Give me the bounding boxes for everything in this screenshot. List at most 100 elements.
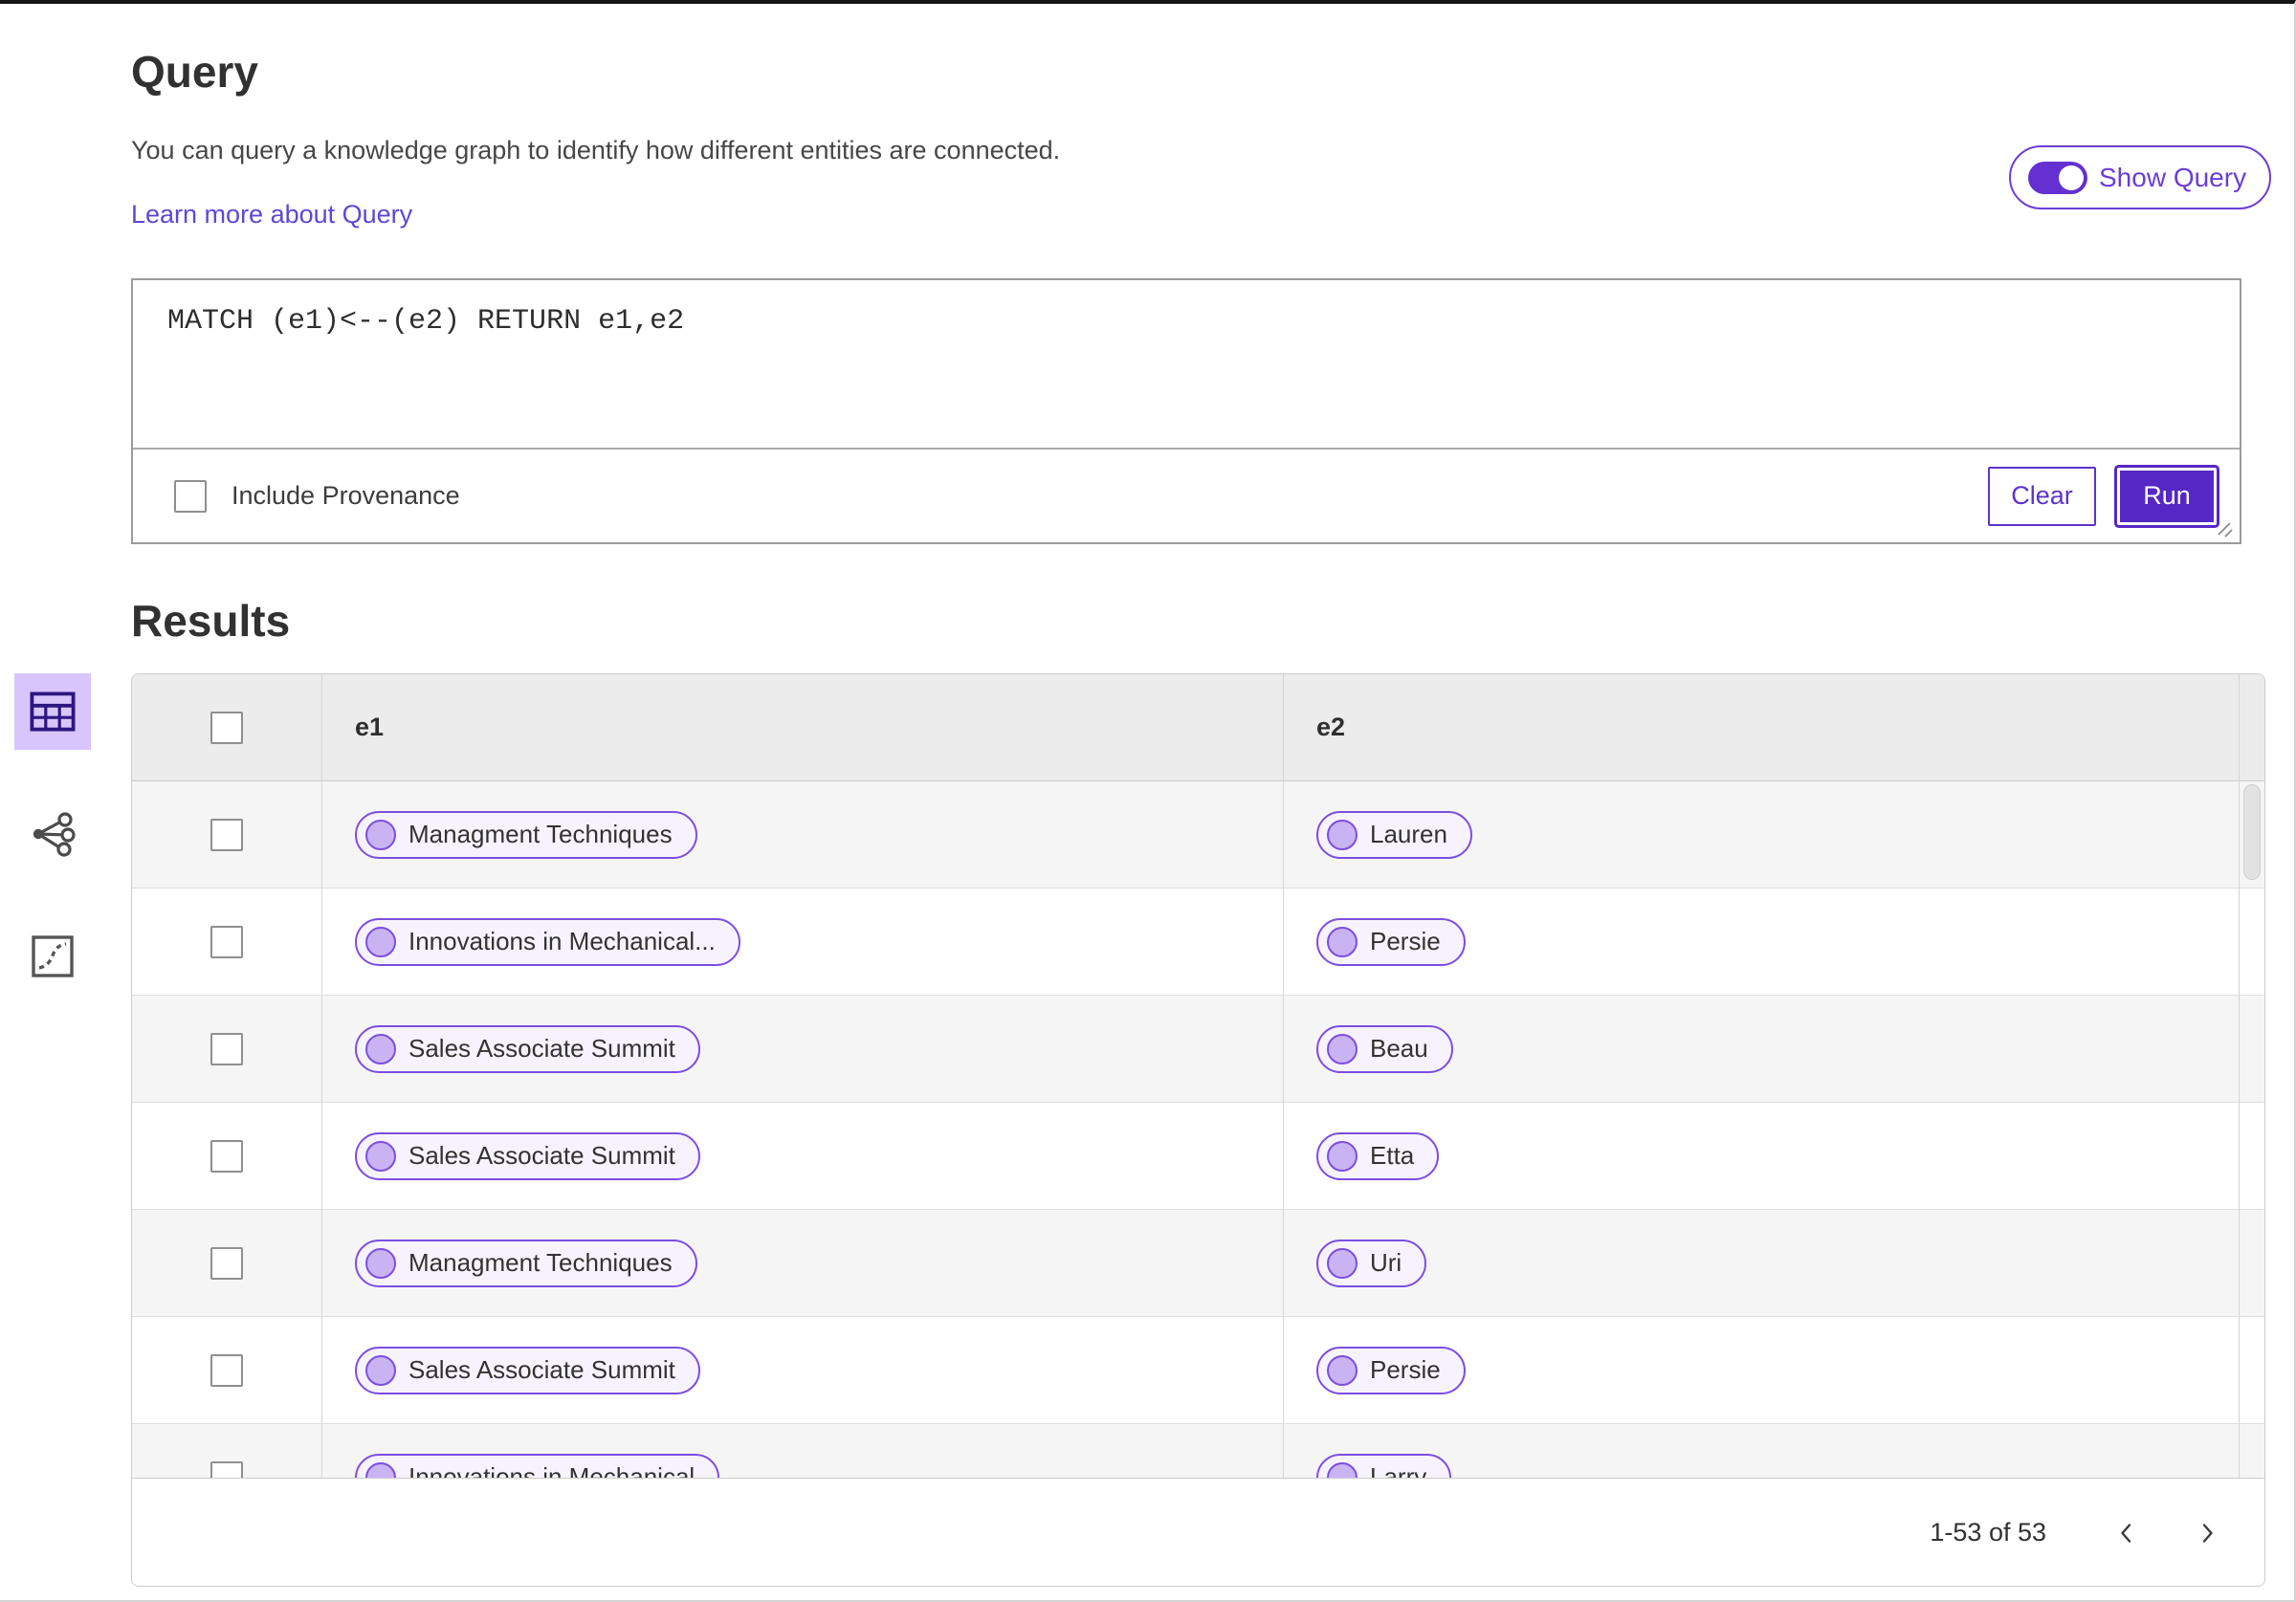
row-checkbox-cell: [132, 1460, 321, 1478]
table-scrollbar-thumb[interactable]: [2243, 784, 2261, 880]
entity-pill[interactable]: Sales Associate Summit: [355, 1346, 700, 1394]
entity-node-icon: [1327, 1354, 1358, 1386]
entity-label: Sales Associate Summit: [408, 1141, 675, 1170]
include-provenance-checkbox[interactable]: [174, 479, 207, 513]
entity-pill[interactable]: Sales Associate Summit: [355, 1131, 700, 1180]
row-checkbox-cell: [132, 1139, 321, 1173]
entity-label: Innovations in Mechanical: [408, 1462, 695, 1478]
entity-pill[interactable]: Managment Techniques: [355, 1239, 697, 1287]
show-query-label: Show Query: [2099, 162, 2247, 192]
entity-pill[interactable]: Beau: [1316, 1024, 1453, 1073]
entity-label: Lauren: [1370, 820, 1447, 848]
entity-node-icon: [365, 1247, 396, 1279]
pagination-range-label: 1-53 of 53: [1930, 1518, 2046, 1547]
table-row: Sales Associate Summit Beau: [132, 996, 2264, 1103]
table-row: Sales Associate Summit Persie: [132, 1317, 2264, 1424]
cell-e2: Persie: [1283, 1317, 2264, 1423]
row-checkbox[interactable]: [210, 1139, 243, 1173]
next-page-button[interactable]: [2186, 1512, 2228, 1554]
table-header-row: e1 e2: [132, 674, 2264, 781]
entity-label: Managment Techniques: [408, 1248, 673, 1277]
table-row: Managment Techniques Uri: [132, 1210, 2264, 1317]
cell-e1: Sales Associate Summit: [321, 1103, 1283, 1209]
entity-label: Sales Associate Summit: [408, 1034, 675, 1063]
cell-e2: Larry: [1283, 1424, 2264, 1478]
clear-button[interactable]: Clear: [1988, 466, 2096, 526]
cell-e1: Innovations in Mechanical...: [321, 889, 1283, 995]
table-row: Sales Associate Summit Etta: [132, 1103, 2264, 1210]
entity-node-icon: [1327, 926, 1358, 957]
entity-node-icon: [1327, 1247, 1358, 1279]
chevron-right-icon: [2202, 1523, 2213, 1543]
row-checkbox[interactable]: [210, 1032, 243, 1065]
row-checkbox[interactable]: [210, 1246, 243, 1280]
chevron-left-icon: [2121, 1523, 2131, 1543]
include-provenance-label: Include Provenance: [232, 481, 460, 510]
table-row: Innovations in Mechanical... Persie: [132, 889, 2264, 996]
table-view-icon: [30, 691, 76, 732]
results-view-switcher: [0, 673, 115, 995]
graph-view-tab[interactable]: [14, 796, 91, 872]
entity-pill[interactable]: Uri: [1316, 1239, 1427, 1287]
query-actions-bar: Include Provenance Clear Run: [133, 450, 2240, 542]
learn-more-link[interactable]: Learn more about Query: [131, 200, 412, 230]
entity-node-icon: [365, 1033, 396, 1064]
row-checkbox-cell: [132, 1032, 321, 1065]
resize-handle-icon[interactable]: [2209, 514, 2234, 538]
cell-e2: Uri: [1283, 1210, 2264, 1316]
header-cell-e1: e1: [321, 674, 1283, 780]
entity-pill[interactable]: Sales Associate Summit: [355, 1024, 700, 1073]
query-input[interactable]: MATCH (e1)<--(e2) RETURN e1,e2: [133, 280, 2240, 450]
header-checkbox-cell: [132, 711, 321, 744]
entity-label: Innovations in Mechanical...: [408, 927, 716, 955]
results-section-title: Results: [131, 596, 291, 646]
entity-node-icon: [365, 926, 396, 957]
entity-pill[interactable]: Etta: [1316, 1131, 1440, 1180]
cell-e2: Beau: [1283, 996, 2264, 1102]
results-table: e1 e2 Managment Techniques Lauren Innova…: [131, 673, 2265, 1587]
previous-page-button[interactable]: [2106, 1512, 2148, 1554]
query-panel: MATCH (e1)<--(e2) RETURN e1,e2 Include P…: [131, 278, 2241, 544]
entity-pill[interactable]: Innovations in Mechanical: [355, 1453, 720, 1478]
entity-pill[interactable]: Lauren: [1316, 810, 1472, 859]
table-row: Managment Techniques Lauren: [132, 781, 2264, 889]
header-cell-e2: e2: [1283, 674, 2264, 780]
entity-label: Managment Techniques: [408, 820, 673, 848]
select-all-checkbox[interactable]: [210, 711, 243, 744]
column-header-e2: e2: [1316, 713, 1346, 741]
query-page: Query You can query a knowledge graph to…: [0, 0, 2296, 1602]
entity-label: Persie: [1370, 927, 1441, 955]
entity-pill[interactable]: Persie: [1316, 1346, 1466, 1394]
run-button[interactable]: Run: [2117, 467, 2217, 525]
show-query-toggle-button[interactable]: Show Query: [2009, 145, 2272, 209]
table-view-tab[interactable]: [14, 673, 91, 750]
entity-node-icon: [1327, 1033, 1358, 1064]
cell-e1: Managment Techniques: [321, 781, 1283, 888]
entity-node-icon: [1327, 1461, 1358, 1478]
cell-e1: Sales Associate Summit: [321, 996, 1283, 1102]
entity-label: Beau: [1370, 1034, 1428, 1063]
entity-node-icon: [1327, 1140, 1358, 1172]
entity-label: Persie: [1370, 1355, 1441, 1384]
table-pagination-bar: 1-53 of 53: [132, 1478, 2264, 1586]
row-checkbox-cell: [132, 1353, 321, 1387]
chart-view-icon: [32, 935, 74, 977]
cell-e2: Lauren: [1283, 781, 2264, 888]
toggle-on-icon[interactable]: [2028, 161, 2087, 194]
chart-view-tab[interactable]: [14, 918, 91, 995]
cell-e2: Persie: [1283, 889, 2264, 995]
cell-e1: Sales Associate Summit: [321, 1317, 1283, 1423]
entity-node-icon: [365, 1461, 396, 1478]
entity-pill[interactable]: Innovations in Mechanical...: [355, 917, 740, 966]
table-row: Innovations in Mechanical Larry: [132, 1424, 2264, 1478]
entity-pill[interactable]: Persie: [1316, 917, 1466, 966]
row-checkbox[interactable]: [210, 925, 243, 958]
entity-pill[interactable]: Larry: [1316, 1453, 1452, 1478]
row-checkbox[interactable]: [210, 1460, 243, 1478]
row-checkbox[interactable]: [210, 1353, 243, 1387]
entity-pill[interactable]: Managment Techniques: [355, 810, 697, 859]
row-checkbox[interactable]: [210, 818, 243, 851]
cell-e1: Innovations in Mechanical: [321, 1424, 1283, 1478]
cell-e2: Etta: [1283, 1103, 2264, 1209]
row-checkbox-cell: [132, 1246, 321, 1280]
